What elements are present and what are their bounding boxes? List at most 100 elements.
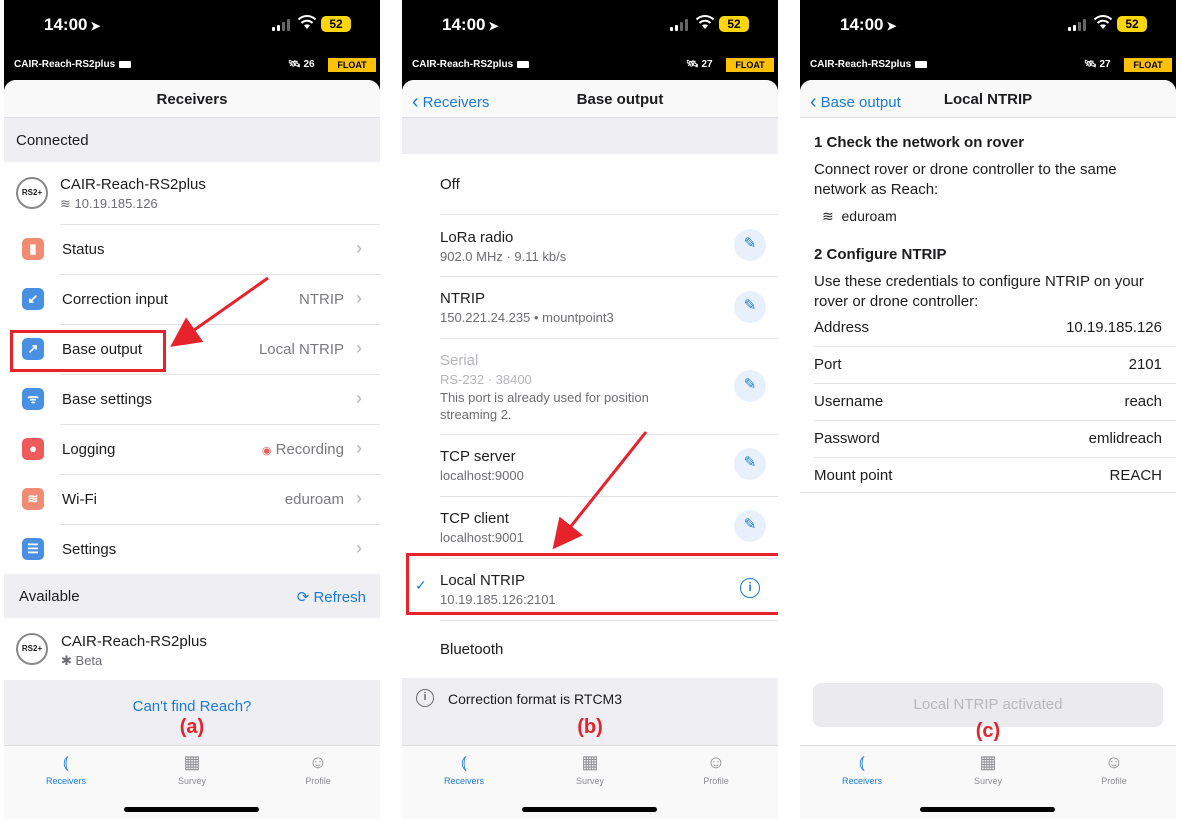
menu-item-value: Recording: [275, 441, 344, 458]
status-bar: 14:00 ➤ 52: [4, 0, 380, 50]
menu-item-label: Status: [62, 241, 105, 258]
field-row-password: Password emlidreach: [800, 421, 1176, 458]
connected-receiver-row[interactable]: RS2+ CAIR-Reach-RS2plus ≋ 10.19.185.126: [4, 162, 380, 224]
receiver-name: CAIR-Reach-RS2plus: [412, 59, 514, 70]
wifi-icon: ≋: [822, 208, 834, 224]
available-receiver-row[interactable]: RS2+ CAIR-Reach-RS2plus ✱ Beta: [4, 618, 380, 680]
record-icon: ●: [22, 438, 44, 460]
field-label: Port: [814, 356, 842, 373]
receiver-battery-icon: [517, 60, 530, 68]
receiver-name: CAIR-Reach-RS2plus: [810, 59, 912, 70]
page-title: Receivers: [156, 91, 228, 108]
edit-pencil-icon[interactable]: ✎: [734, 448, 766, 480]
clock: 14:00 ➤: [44, 15, 101, 34]
menu-item-status[interactable]: ▮ Status ›: [4, 225, 380, 274]
chevron-right-icon: ›: [356, 288, 362, 308]
tab-profile[interactable]: ☺ Profile: [278, 752, 358, 786]
receiver-bar: CAIR-Reach-RS2plus 🛰 27 FLOAT: [800, 54, 1176, 76]
field-value: reach: [1124, 393, 1162, 410]
edit-pencil-icon[interactable]: ✎: [734, 291, 766, 323]
option-ntrip[interactable]: NTRIP 150.221.24.235 • mountpoint3 ✎: [402, 277, 778, 338]
person-icon: ☺: [1104, 752, 1124, 772]
cant-find-reach-link[interactable]: Can't find Reach?: [4, 698, 380, 715]
tab-survey[interactable]: ▦ Survey: [152, 752, 232, 786]
wifi-small-icon: ≋: [60, 196, 71, 211]
satellite-count: 🛰 27: [1084, 59, 1111, 70]
step2-title: 2 Configure NTRIP: [814, 246, 947, 263]
cellular-signal-icon: [1068, 19, 1088, 31]
home-indicator: [522, 807, 657, 812]
option-title: LoRa radio: [440, 229, 514, 246]
highlight-box: [406, 553, 778, 615]
solution-status-badge: FLOAT: [328, 58, 376, 72]
tab-profile[interactable]: ☺ Profile: [1074, 752, 1154, 786]
tab-profile[interactable]: ☺ Profile: [676, 752, 756, 786]
menu-item-correction-input[interactable]: ↙ Correction input NTRIP ›: [4, 275, 380, 324]
field-value: REACH: [1109, 467, 1162, 484]
receiver-name: CAIR-Reach-RS2plus: [61, 633, 207, 650]
phone-local-ntrip: 14:00 ➤ 52 CAIR-Reach-RS2plus 🛰 27 FLOAT …: [800, 0, 1176, 819]
tab-bar: ⦅ Receivers ▦ Survey ☺ Profile: [4, 745, 380, 819]
field-value: 2101: [1128, 356, 1162, 373]
field-value: emlidreach: [1088, 430, 1162, 447]
menu-item-wifi[interactable]: ≋ Wi-Fi eduroam ›: [4, 475, 380, 524]
chevron-right-icon: ›: [356, 538, 362, 558]
status-bars-icon: ▮: [22, 238, 44, 260]
receivers-signal-icon: ⦅: [859, 752, 865, 772]
option-note: This port is already used for position s…: [440, 390, 649, 422]
option-title: Serial: [440, 352, 479, 369]
tab-bar: ⦅ Receivers ▦ Survey ☺ Profile: [800, 745, 1176, 819]
option-serial[interactable]: Serial RS-232 · 38400 This port is alrea…: [402, 339, 778, 434]
phone-base-output: 14:00 ➤ 52 CAIR-Reach-RS2plus 🛰 27 FLOAT …: [402, 0, 778, 819]
option-sub: localhost:9001: [440, 530, 524, 545]
menu-item-value: Local NTRIP: [258, 341, 344, 358]
chevron-right-icon: ›: [356, 388, 362, 408]
option-title: Bluetooth: [440, 641, 504, 658]
wifi-icon: [695, 15, 715, 29]
option-title: TCP client: [440, 510, 509, 527]
page-title: Base output: [576, 91, 664, 108]
refresh-button[interactable]: ⟳ Refresh: [297, 588, 366, 606]
map-icon: ▦: [581, 752, 599, 772]
menu-item-label: Wi-Fi: [62, 491, 97, 508]
edit-pencil-icon[interactable]: ✎: [734, 510, 766, 542]
network-name: eduroam: [841, 208, 897, 224]
figure-label: (a): [179, 716, 205, 738]
figure-label: (b): [577, 716, 603, 738]
option-tcp-client[interactable]: TCP client localhost:9001 ✎: [402, 497, 778, 558]
rs2-device-icon: RS2+: [16, 177, 48, 209]
home-indicator: [124, 807, 259, 812]
chevron-right-icon: ›: [356, 238, 362, 258]
tab-survey[interactable]: ▦ Survey: [550, 752, 630, 786]
receiver-ip: 10.19.185.126: [74, 196, 158, 211]
option-tcp-server[interactable]: TCP server localhost:9000 ✎: [402, 435, 778, 496]
menu-item-base-settings[interactable]: ᯤ Base settings ›: [4, 375, 380, 424]
phone-receivers: 14:00 ➤ 52 CAIR-Reach-RS2plus 🛰 26 FLOAT …: [4, 0, 380, 819]
receiver-sub: Beta: [75, 653, 103, 668]
edit-pencil-icon[interactable]: ✎: [734, 370, 766, 402]
field-row-address: Address 10.19.185.126: [800, 310, 1176, 347]
menu-item-logging[interactable]: ● Logging ◉ Recording ›: [4, 425, 380, 474]
option-off[interactable]: Off: [402, 154, 778, 214]
page-title: Local NTRIP: [943, 91, 1033, 108]
option-lora-radio[interactable]: LoRa radio 902.0 MHz · 9.11 kb/s ✎: [402, 215, 778, 276]
option-bluetooth[interactable]: Bluetooth: [402, 621, 778, 678]
menu-item-value: NTRIP: [299, 291, 344, 308]
menu-item-value: eduroam: [284, 491, 344, 508]
menu-item-settings[interactable]: ☰ Settings ›: [4, 525, 380, 574]
tab-survey[interactable]: ▦ Survey: [948, 752, 1028, 786]
wifi-icon: [297, 15, 317, 29]
cellular-signal-icon: [670, 19, 690, 31]
tab-receivers[interactable]: ⦅ Receivers: [26, 752, 106, 786]
option-title: Off: [440, 176, 460, 193]
receiver-bar: CAIR-Reach-RS2plus 🛰 27 FLOAT: [402, 54, 778, 76]
receiver-name: CAIR-Reach-RS2plus: [60, 176, 206, 193]
edit-pencil-icon[interactable]: ✎: [734, 229, 766, 261]
satellite-count: 🛰 26: [288, 59, 315, 70]
tab-receivers[interactable]: ⦅ Receivers: [822, 752, 902, 786]
tab-receivers[interactable]: ⦅ Receivers: [424, 752, 504, 786]
clock: 14:00 ➤: [840, 15, 897, 34]
map-icon: ▦: [979, 752, 997, 772]
solution-status-badge: FLOAT: [1124, 58, 1172, 72]
menu-item-label: Logging: [62, 441, 116, 458]
